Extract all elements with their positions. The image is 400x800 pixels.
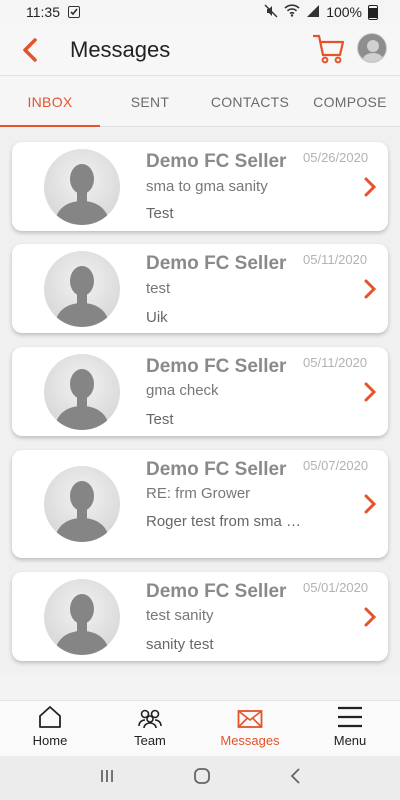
page-title: Messages [70, 36, 171, 62]
status-time: 11:35 [26, 4, 60, 20]
app-bar: Messages [0, 24, 400, 76]
chevron-right-icon [364, 177, 377, 197]
back-button[interactable] [15, 35, 45, 65]
tab-contacts[interactable]: CONTACTS [200, 77, 300, 126]
message-tabs: INBOX SENT CONTACTS COMPOSE [0, 77, 400, 127]
sender-name: Demo FC Seller [146, 151, 287, 172]
sender-name: Demo FC Seller [146, 459, 287, 480]
person-silhouette-icon [54, 266, 110, 327]
message-card[interactable]: Demo FC Seller sma to gma sanity Test 05… [12, 142, 388, 231]
message-date: 05/07/2020 [303, 458, 369, 473]
chevron-right-icon [364, 382, 377, 402]
message-preview: Roger test from sma … [146, 513, 302, 530]
person-silhouette-icon [54, 164, 110, 225]
nav-label: Team [134, 733, 166, 748]
team-icon [138, 709, 162, 729]
signal-icon [306, 4, 320, 21]
message-date: 05/01/2020 [303, 580, 369, 595]
chevron-right-icon [364, 494, 377, 514]
message-preview: Test [146, 205, 174, 222]
status-bar: 11:35 100% [0, 0, 400, 24]
notification-icon [68, 6, 80, 18]
tab-compose[interactable]: COMPOSE [300, 77, 400, 126]
sender-name: Demo FC Seller [146, 253, 287, 274]
mail-icon [237, 710, 263, 728]
system-nav-bar [0, 756, 400, 800]
message-date: 05/11/2020 [303, 252, 368, 267]
nav-label: Menu [333, 733, 367, 748]
message-preview: Test [146, 411, 174, 428]
sender-avatar [44, 466, 120, 542]
nav-team[interactable]: Team [100, 701, 200, 756]
tab-sent[interactable]: SENT [100, 77, 200, 126]
message-preview: Uik [146, 309, 168, 326]
profile-avatar[interactable] [357, 33, 387, 63]
person-silhouette-icon [54, 594, 110, 655]
cart-button[interactable] [312, 33, 346, 65]
nav-label: Messages [220, 733, 280, 748]
battery-icon [368, 4, 378, 20]
mute-icon [264, 4, 278, 21]
message-subject: test [146, 280, 171, 297]
person-silhouette-icon [54, 369, 110, 430]
message-subject: sma to gma sanity [146, 178, 268, 195]
message-subject: RE: frm Grower [146, 485, 251, 502]
sender-avatar [44, 579, 120, 655]
person-silhouette-icon [54, 481, 110, 542]
home-icon [39, 706, 61, 728]
message-subject: gma check [146, 382, 219, 399]
message-date: 05/26/2020 [303, 150, 369, 165]
chevron-right-icon [364, 279, 377, 299]
recent-apps-button[interactable] [99, 768, 115, 789]
message-card[interactable]: Demo FC Seller RE: frm Grower Roger test… [12, 450, 388, 558]
sender-name: Demo FC Seller [146, 356, 287, 377]
message-card[interactable]: Demo FC Seller test sanity sanity test 0… [12, 572, 388, 661]
message-date: 05/11/2020 [303, 355, 368, 370]
back-chevron-icon [290, 767, 300, 784]
home-system-button[interactable] [193, 767, 211, 790]
tab-inbox[interactable]: INBOX [0, 77, 100, 127]
message-card[interactable]: Demo FC Seller gma check Test 05/11/2020 [12, 347, 388, 436]
user-icon [361, 40, 385, 62]
back-arrow-icon [23, 37, 37, 62]
nav-menu[interactable]: Menu [300, 701, 400, 756]
message-card[interactable]: Demo FC Seller test Uik 05/11/2020 [12, 244, 388, 333]
recent-apps-icon [101, 769, 113, 782]
sender-avatar [44, 149, 120, 225]
nav-label: Home [32, 733, 68, 748]
nav-messages[interactable]: Messages [200, 701, 300, 756]
sender-name: Demo FC Seller [146, 581, 287, 602]
home-circle-icon [194, 767, 210, 784]
sender-avatar [44, 251, 120, 327]
back-system-button[interactable] [289, 767, 301, 790]
bottom-nav: Home Team Messages Menu [0, 700, 400, 756]
wifi-icon [284, 4, 300, 20]
message-list: Demo FC Seller sma to gma sanity Test 05… [0, 128, 400, 673]
message-subject: test sanity [146, 607, 214, 624]
message-preview: sanity test [146, 636, 214, 653]
menu-icon [338, 706, 362, 728]
chevron-right-icon [364, 607, 377, 627]
battery-level: 100% [326, 4, 362, 20]
cart-icon [313, 34, 345, 64]
nav-home[interactable]: Home [0, 701, 100, 756]
sender-avatar [44, 354, 120, 430]
